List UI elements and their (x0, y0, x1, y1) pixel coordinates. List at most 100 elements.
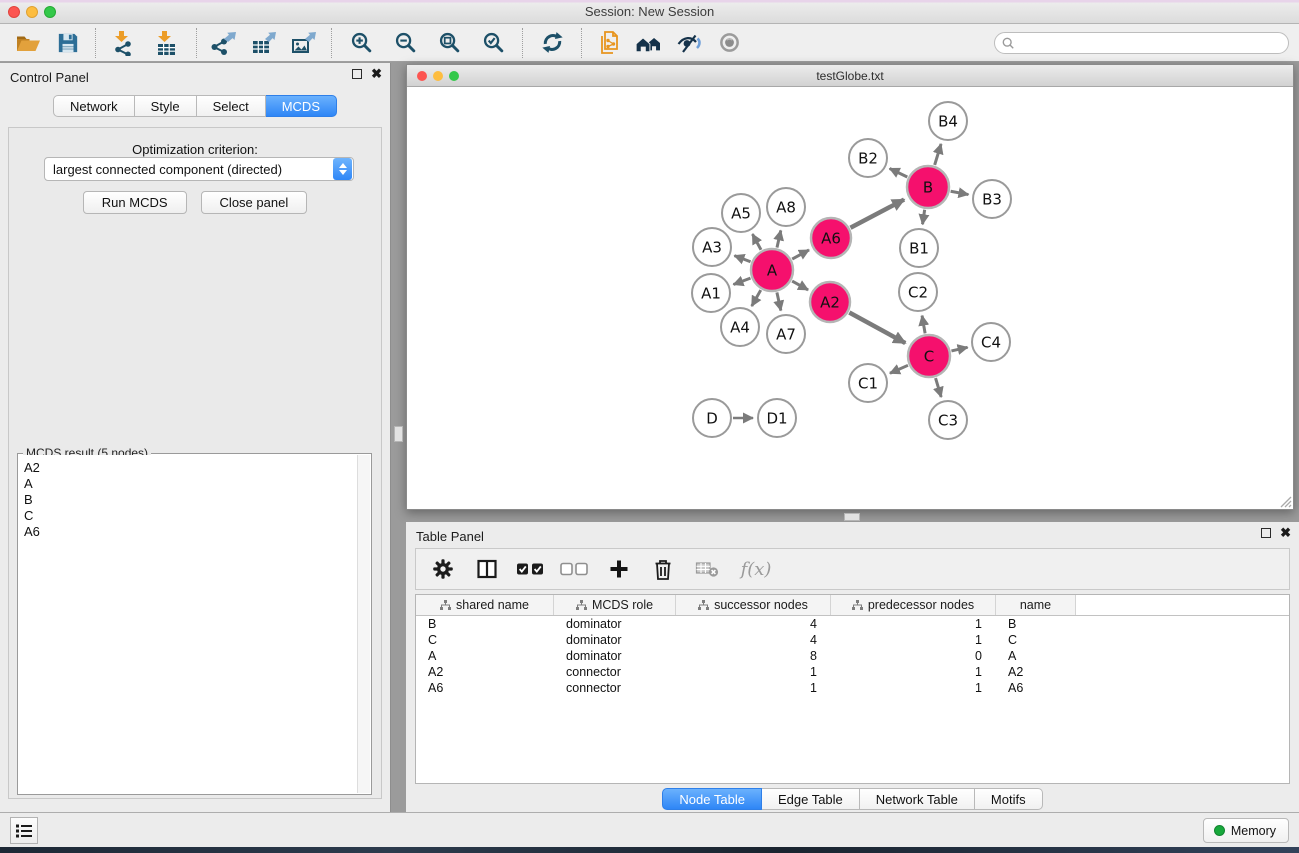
graph-edge-C-C2[interactable] (922, 316, 925, 334)
table-settings-button[interactable] (428, 553, 458, 585)
table-cell[interactable]: dominator (554, 616, 676, 632)
column-header-name[interactable]: name (996, 595, 1076, 615)
run-mcds-button[interactable]: Run MCDS (83, 191, 187, 214)
graph-node-B2[interactable]: B2 (849, 139, 887, 177)
delete-column-button[interactable] (648, 553, 678, 585)
graph-edge-A6-B[interactable] (850, 200, 904, 228)
graph-node-D1[interactable]: D1 (758, 399, 796, 437)
table-cell[interactable]: A2 (416, 664, 554, 680)
table-row[interactable]: A2connector11A2 (416, 664, 1289, 680)
table-row[interactable]: A6connector11A6 (416, 680, 1289, 696)
table-cell[interactable]: 1 (831, 664, 996, 680)
graph-node-A8[interactable]: A8 (767, 188, 805, 226)
graph-edge-C-C3[interactable] (936, 378, 942, 397)
table-cell[interactable]: C (416, 632, 554, 648)
graph-edge-B-B2[interactable] (890, 168, 908, 177)
search-input[interactable] (1019, 34, 1288, 52)
show-view-button[interactable] (709, 27, 749, 59)
table-cell[interactable]: A2 (996, 664, 1076, 680)
table-cell[interactable]: 1 (831, 616, 996, 632)
graph-edge-B-B4[interactable] (935, 144, 941, 165)
function-builder-button[interactable]: f(x) (736, 553, 776, 585)
table-cell[interactable]: A6 (416, 680, 554, 696)
delete-table-button[interactable] (692, 553, 722, 585)
graph-edge-A-A1[interactable] (733, 278, 750, 284)
graph-node-A1[interactable]: A1 (692, 274, 730, 312)
graph-node-A[interactable]: A (751, 249, 793, 291)
table-cell[interactable]: 1 (676, 664, 831, 680)
graph-node-C1[interactable]: C1 (849, 364, 887, 402)
table-cell[interactable]: 0 (831, 648, 996, 664)
table-cell[interactable]: A (996, 648, 1076, 664)
show-column-button[interactable] (472, 553, 502, 585)
table-cell[interactable]: B (996, 616, 1076, 632)
result-item[interactable]: B (19, 492, 357, 508)
tab-select[interactable]: Select (197, 95, 266, 117)
result-item[interactable]: C (19, 508, 357, 524)
graph-node-B4[interactable]: B4 (929, 102, 967, 140)
import-table-button[interactable] (143, 27, 189, 59)
column-header-predecessor-nodes[interactable]: predecessor nodes (831, 595, 996, 615)
close-table-panel-icon[interactable]: ✖ (1280, 528, 1291, 538)
network-canvas[interactable]: B4B2BB3A5A8A6A3B1AA1C2A2A4A7C4CC1DD1C3 (407, 87, 1293, 509)
tab-style[interactable]: Style (135, 95, 197, 117)
window-resize-grip[interactable] (1279, 495, 1292, 508)
zoom-out-button[interactable] (383, 27, 427, 59)
optimization-criterion-dropdown[interactable]: largest connected component (directed) (44, 157, 354, 181)
graph-node-D[interactable]: D (693, 399, 731, 437)
horizontal-split-handle[interactable] (844, 513, 860, 521)
table-cell[interactable]: 4 (676, 632, 831, 648)
float-table-panel-icon[interactable] (1261, 528, 1271, 538)
tab-edge-table[interactable]: Edge Table (762, 788, 860, 810)
table-cell[interactable]: C (996, 632, 1076, 648)
close-panel-button[interactable]: Close panel (201, 191, 308, 214)
graph-node-A4[interactable]: A4 (721, 308, 759, 346)
table-cell[interactable]: A6 (996, 680, 1076, 696)
graph-node-C4[interactable]: C4 (972, 323, 1010, 361)
table-cell[interactable]: dominator (554, 632, 676, 648)
export-table-button[interactable] (244, 27, 284, 59)
network-window-titlebar[interactable]: testGlobe.txt (407, 65, 1293, 87)
table-cell[interactable]: 8 (676, 648, 831, 664)
graph-edge-A-A8[interactable] (777, 230, 781, 247)
show-all-networks-button[interactable] (629, 27, 669, 59)
graph-node-B1[interactable]: B1 (900, 229, 938, 267)
result-item[interactable]: A2 (19, 460, 357, 476)
graph-node-A3[interactable]: A3 (693, 228, 731, 266)
graph-node-A6[interactable]: A6 (811, 218, 851, 258)
graph-node-C[interactable]: C (908, 335, 950, 377)
graph-node-C2[interactable]: C2 (899, 273, 937, 311)
graph-edge-A-A7[interactable] (777, 292, 781, 310)
tab-network[interactable]: Network (53, 95, 135, 117)
create-column-button[interactable] (604, 553, 634, 585)
graph-edge-A2-C[interactable] (849, 313, 905, 344)
result-list-scrollbar[interactable] (357, 455, 370, 793)
close-panel-icon[interactable]: ✖ (371, 69, 382, 79)
duplicate-network-button[interactable] (589, 27, 629, 59)
save-session-button[interactable] (48, 27, 88, 59)
graph-edge-C-C1[interactable] (890, 365, 908, 373)
graph-edge-C-C4[interactable] (951, 347, 967, 351)
export-network-button[interactable] (204, 27, 244, 59)
graph-edge-A-A6[interactable] (792, 250, 809, 259)
result-item[interactable]: A6 (19, 524, 357, 540)
graph-node-A5[interactable]: A5 (722, 194, 760, 232)
tab-mcds[interactable]: MCDS (266, 95, 337, 117)
hide-others-button[interactable] (669, 27, 709, 59)
graph-edge-B-B3[interactable] (951, 191, 969, 194)
table-cell[interactable]: 1 (831, 680, 996, 696)
open-session-button[interactable] (8, 27, 48, 59)
zoom-selected-button[interactable] (471, 27, 515, 59)
graph-node-A7[interactable]: A7 (767, 315, 805, 353)
table-cell[interactable]: connector (554, 680, 676, 696)
table-row[interactable]: Bdominator41B (416, 616, 1289, 632)
table-cell[interactable]: connector (554, 664, 676, 680)
graph-node-B[interactable]: B (907, 166, 949, 208)
import-network-button[interactable] (103, 27, 143, 59)
select-all-button[interactable] (516, 553, 546, 585)
table-cell[interactable]: B (416, 616, 554, 632)
graph-node-A2[interactable]: A2 (810, 282, 850, 322)
graph-edge-A-A3[interactable] (734, 256, 750, 262)
graph-edge-B-B1[interactable] (923, 210, 925, 225)
export-image-button[interactable] (284, 27, 324, 59)
